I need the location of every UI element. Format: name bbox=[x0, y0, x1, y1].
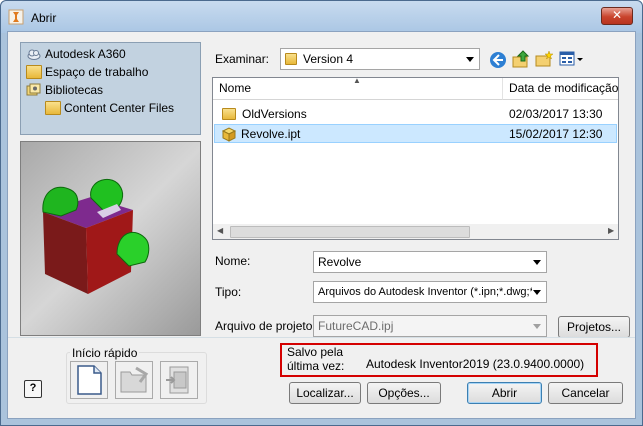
lookin-value: Version 4 bbox=[303, 52, 354, 66]
divider bbox=[8, 337, 635, 338]
project-icon bbox=[166, 366, 189, 394]
place-label: Espaço de trabalho bbox=[45, 65, 149, 79]
chevron-down-icon bbox=[533, 260, 541, 265]
cancel-button[interactable]: Cancelar bbox=[548, 382, 623, 404]
project-file-combo[interactable]: FutureCAD.ipj bbox=[313, 315, 547, 337]
view-menu-icon[interactable] bbox=[558, 49, 584, 69]
inventor-app-icon bbox=[8, 9, 24, 25]
open-button[interactable]: Abrir bbox=[467, 382, 542, 404]
file-name: OldVersions bbox=[242, 107, 307, 121]
chevron-down-icon bbox=[533, 324, 541, 329]
open-file-button[interactable] bbox=[115, 361, 153, 399]
new-document-icon bbox=[77, 365, 102, 395]
file-list[interactable]: Nome ▲ Data de modificação OldVersions 0… bbox=[212, 77, 619, 240]
saved-by-label-line2: última vez: bbox=[287, 359, 345, 373]
table-row[interactable]: Revolve.ipt 15/02/2017 12:30 bbox=[214, 124, 617, 143]
back-icon[interactable] bbox=[488, 50, 508, 70]
scroll-right-icon[interactable]: ▶ bbox=[608, 226, 614, 235]
table-row[interactable]: OldVersions 02/03/2017 13:30 bbox=[214, 105, 617, 124]
up-folder-icon[interactable] bbox=[511, 49, 531, 69]
file-name: Revolve.ipt bbox=[241, 127, 301, 141]
projects-button[interactable]: Projetos... bbox=[558, 316, 630, 338]
folder-icon bbox=[45, 101, 61, 115]
window-title: Abrir bbox=[31, 11, 57, 25]
close-button[interactable]: ✕ bbox=[601, 7, 633, 25]
scroll-left-icon[interactable]: ◀ bbox=[217, 226, 223, 235]
column-header-name[interactable]: Nome ▲ bbox=[213, 78, 503, 100]
name-label: Nome: bbox=[215, 254, 251, 268]
place-label: Autodesk A360 bbox=[45, 47, 126, 61]
sort-ascending-icon: ▲ bbox=[353, 77, 361, 85]
title-bar[interactable]: Abrir ✕ bbox=[1, 1, 642, 33]
part-preview-image bbox=[42, 178, 150, 294]
lookin-combo[interactable]: Version 4 bbox=[280, 48, 480, 70]
scroll-thumb[interactable] bbox=[230, 226, 470, 238]
new-file-button[interactable] bbox=[70, 361, 108, 399]
folder-icon bbox=[222, 108, 236, 120]
file-date: 02/03/2017 13:30 bbox=[509, 107, 603, 121]
file-name-combo[interactable]: Revolve bbox=[313, 251, 547, 273]
folder-icon bbox=[285, 53, 297, 65]
lookin-label: Examinar: bbox=[215, 52, 270, 66]
place-autodesk-a360[interactable]: Autodesk A360 bbox=[26, 45, 126, 63]
place-label: Content Center Files bbox=[64, 101, 175, 115]
quick-start-label: Início rápido bbox=[70, 346, 140, 360]
saved-by-value: Autodesk Inventor2019 (23.0.9400.0000) bbox=[366, 357, 585, 371]
horizontal-scrollbar[interactable]: ◀ ▶ bbox=[213, 224, 618, 239]
file-preview bbox=[20, 141, 201, 336]
folder-icon bbox=[26, 65, 42, 79]
project-file-value: FutureCAD.ipj bbox=[318, 319, 394, 333]
project-label: Arquivo de projeto: bbox=[215, 319, 316, 333]
file-date: 15/02/2017 12:30 bbox=[509, 127, 603, 141]
place-libraries[interactable]: Bibliotecas bbox=[26, 81, 103, 99]
open-dialog: Abrir ✕ Autodesk A360 Espaço de trabalho bbox=[0, 0, 643, 426]
options-button[interactable]: Opções... bbox=[367, 382, 441, 404]
file-type-combo[interactable]: Arquivos do Autodesk Inventor (*.ipn;*.d… bbox=[313, 281, 547, 303]
find-button[interactable]: Localizar... bbox=[289, 382, 361, 404]
places-panel: Autodesk A360 Espaço de trabalho Bibliot… bbox=[20, 42, 201, 135]
help-button[interactable]: ? bbox=[24, 380, 42, 398]
place-label: Bibliotecas bbox=[45, 83, 104, 97]
library-icon bbox=[26, 83, 41, 96]
cloud-icon bbox=[27, 49, 41, 60]
saved-by-label: Salvo pela bbox=[287, 345, 344, 359]
place-content-center-files[interactable]: Content Center Files bbox=[45, 99, 174, 117]
chevron-down-icon bbox=[533, 290, 541, 295]
part-icon bbox=[221, 127, 237, 142]
type-label: Tipo: bbox=[215, 285, 242, 299]
new-folder-icon[interactable] bbox=[534, 49, 554, 69]
file-type-value: Arquivos do Autodesk Inventor (*.ipn;*.d… bbox=[318, 286, 532, 298]
place-workspace[interactable]: Espaço de trabalho bbox=[26, 63, 148, 81]
projects-quick-button[interactable] bbox=[160, 361, 198, 399]
chevron-down-icon bbox=[466, 57, 474, 62]
dialog-body: Autodesk A360 Espaço de trabalho Bibliot… bbox=[7, 31, 636, 419]
file-name-value: Revolve bbox=[318, 255, 362, 269]
column-header-date[interactable]: Data de modificação bbox=[503, 78, 618, 100]
open-folder-icon bbox=[120, 366, 149, 393]
